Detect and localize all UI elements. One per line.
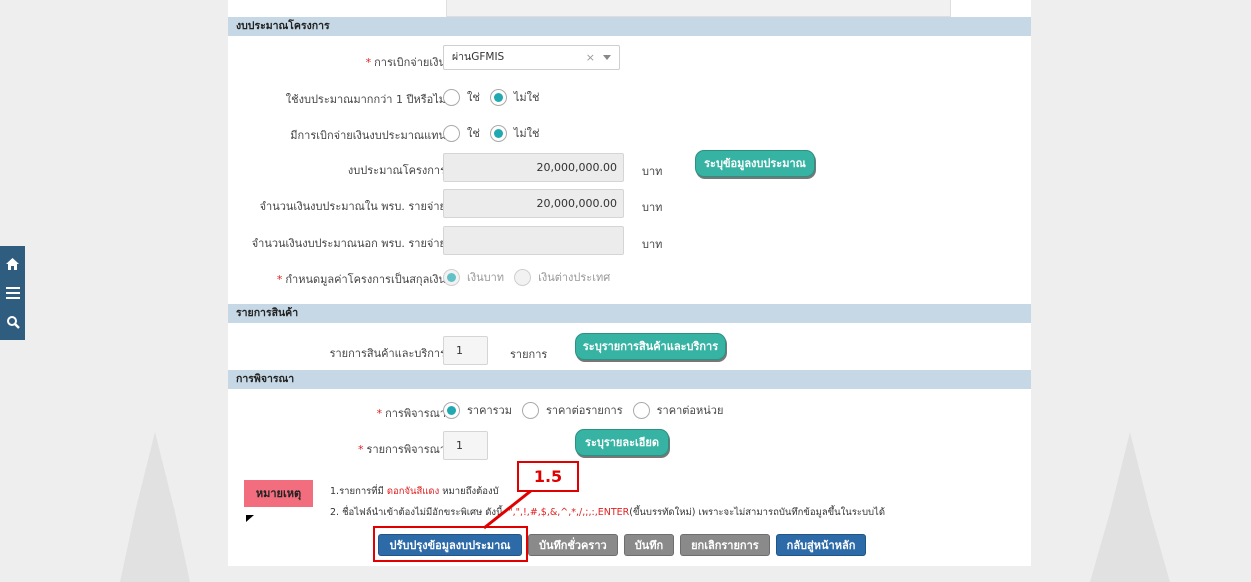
method-total-radio[interactable] xyxy=(443,401,460,419)
currency-thb-radio[interactable] xyxy=(443,268,460,286)
truncated-field xyxy=(446,0,951,17)
method-per-unit-radio[interactable] xyxy=(632,401,650,419)
chevron-down-icon[interactable] xyxy=(603,55,611,60)
alt-disburse-label: มีการเบิกจ่ายเงินงบประมาณแทน xyxy=(290,129,446,142)
currency-label: * กำหนดมูลค่าโครงการเป็นสกุลเงิน xyxy=(276,273,446,286)
out-act-label: จำนวนเงินงบประมาณนอก พรบ. รายจ่าย xyxy=(251,237,446,250)
items-count-field[interactable]: 1 xyxy=(443,336,488,365)
out-act-field[interactable] xyxy=(443,226,624,255)
specify-items-button[interactable]: ระบุรายการสินค้าและบริการ xyxy=(575,333,726,360)
method-per-item-label: ราคาต่อรายการ xyxy=(545,404,623,417)
floating-nav xyxy=(0,246,25,340)
menu-icon[interactable] xyxy=(5,285,21,301)
form-panel: งบประมาณโครงการ * การเบิกจ่ายเงิน ผ่านGFM… xyxy=(228,0,1031,566)
out-act-unit: บาท xyxy=(642,238,663,251)
specify-budget-button[interactable]: ระบุข้อมูลงบประมาณ xyxy=(695,150,815,177)
method-radio-group: ราคารวม ราคาต่อรายการ ราคาต่อหน่วย xyxy=(443,401,733,419)
note-line-2: 2. ชื่อไฟล์นำเข้าต้องไม่มีอักขระพิเศษ ดั… xyxy=(330,507,885,518)
multi-year-yes-radio[interactable] xyxy=(443,88,460,106)
method-total-label: ราคารวม xyxy=(467,404,512,417)
items-unit: รายการ xyxy=(510,348,548,361)
alt-disburse-yes-radio[interactable] xyxy=(443,124,460,142)
project-budget-unit: บาท xyxy=(642,165,663,178)
consider-items-count-field[interactable]: 1 xyxy=(443,431,488,460)
in-act-field[interactable]: 20,000,000.00 xyxy=(443,189,624,218)
section-header-items: รายการสินค้า xyxy=(228,304,1031,323)
save-button[interactable]: บันทึก xyxy=(623,534,675,556)
disbursement-value: ผ่านGFMIS xyxy=(452,51,505,63)
save-draft-button[interactable]: บันทึกชั่วคราว xyxy=(528,534,618,556)
cancel-item-button[interactable]: ยกเลิกรายการ xyxy=(680,534,770,556)
multi-year-no-label: ไม่ใช่ xyxy=(513,91,540,104)
callout-step-label: 1.5 xyxy=(517,461,579,492)
in-act-unit: บาท xyxy=(642,201,663,214)
back-home-button[interactable]: กลับสู่หน้าหลัก xyxy=(775,534,867,556)
multi-year-label: ใช้งบประมาณมากกว่า 1 ปีหรือไม่ xyxy=(285,93,446,106)
currency-foreign-radio[interactable] xyxy=(514,268,532,286)
method-per-item-radio[interactable] xyxy=(521,401,539,419)
currency-thb-label: เงินบาท xyxy=(467,271,505,284)
currency-radio-group: เงินบาท เงินต่างประเทศ xyxy=(443,268,620,286)
disbursement-select[interactable]: ผ่านGFMIS × xyxy=(443,45,620,70)
search-icon[interactable] xyxy=(5,314,21,330)
multi-year-no-radio[interactable] xyxy=(489,88,507,106)
alt-disburse-yes-label: ใช่ xyxy=(467,127,480,140)
clear-icon[interactable]: × xyxy=(586,46,595,69)
note-badge: หมายเหตุ xyxy=(244,480,313,507)
section-header-consider: การพิจารณา xyxy=(228,370,1031,389)
project-budget-field[interactable]: 20,000,000.00 xyxy=(443,153,624,182)
method-per-unit-label: ราคาต่อหน่วย xyxy=(656,404,724,417)
note-corner-triangle xyxy=(246,515,254,522)
consider-items-label: * รายการพิจารณา xyxy=(358,443,446,456)
disbursement-label: * การเบิกจ่ายเงิน xyxy=(365,56,446,69)
detail-button[interactable]: ระบุรายละเอียด xyxy=(575,429,669,456)
multi-year-radio-group: ใช่ ไม่ใช่ xyxy=(443,88,549,106)
callout-pointer xyxy=(483,488,533,530)
multi-year-yes-label: ใช่ xyxy=(467,91,480,104)
section-header-budget: งบประมาณโครงการ xyxy=(228,17,1031,36)
home-icon[interactable] xyxy=(5,256,21,272)
project-budget-label: งบประมาณโครงการ xyxy=(347,164,446,177)
background-pagoda-right xyxy=(1090,432,1170,582)
items-label: รายการสินค้าและบริการ xyxy=(329,347,446,360)
alt-disburse-radio-group: ใช่ ไม่ใช่ xyxy=(443,124,549,142)
background-pagoda-left xyxy=(120,432,190,582)
method-label: * การพิจารณา xyxy=(376,407,446,420)
currency-foreign-label: เงินต่างประเทศ xyxy=(538,271,611,284)
in-act-label: จำนวนเงินงบประมาณใน พรบ. รายจ่าย xyxy=(259,200,446,213)
alt-disburse-no-label: ไม่ใช่ xyxy=(513,127,540,140)
alt-disburse-no-radio[interactable] xyxy=(489,124,507,142)
